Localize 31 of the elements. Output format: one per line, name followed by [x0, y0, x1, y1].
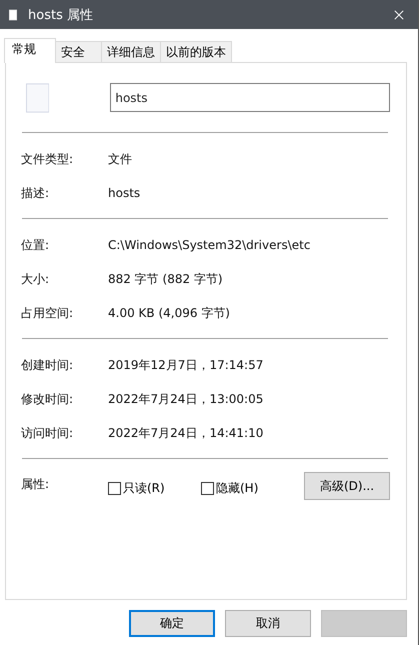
property-label: 访问时间:: [21, 424, 74, 442]
property-label: 创建时间:: [21, 356, 74, 374]
advanced-button[interactable]: 高级(D)...: [304, 472, 390, 500]
close-icon[interactable]: [394, 10, 404, 20]
property-value: C:\Windows\System32\drivers\etc: [108, 238, 310, 252]
property-value: 2022年7月24日，14:41:10: [108, 424, 264, 442]
tab[interactable]: 详细信息: [101, 41, 161, 62]
file-icon: [9, 8, 17, 20]
property-label: 修改时间:: [21, 390, 74, 408]
property-value: 882 字节 (882 字节): [108, 270, 223, 288]
property-label: 位置:: [21, 236, 50, 254]
property-value: hosts: [108, 186, 140, 200]
checkbox[interactable]: 隐藏(H): [201, 472, 294, 497]
tab[interactable]: 以前的版本: [160, 41, 232, 62]
property-label: 描述:: [21, 184, 50, 202]
property-value: 4.00 KB (4,096 字节): [108, 304, 230, 322]
file-icon: [26, 82, 50, 112]
dialog-button[interactable]: 确定: [129, 610, 215, 637]
tab[interactable]: 常规: [4, 38, 56, 63]
property-value: 文件: [108, 150, 132, 168]
checkbox[interactable]: 只读(R): [108, 472, 201, 497]
file-name-field[interactable]: hosts: [110, 83, 390, 112]
property-label: 大小:: [21, 270, 50, 288]
tab[interactable]: 安全: [55, 41, 102, 62]
dialog-button[interactable]: 取消: [225, 610, 311, 637]
property-label: 文件类型:: [21, 150, 74, 168]
property-value: 2019年12月7日，17:14:57: [108, 356, 264, 374]
window-title: hosts 属性: [28, 6, 94, 24]
attributes-label: 属性:: [21, 476, 50, 493]
property-label: 占用空间:: [21, 304, 74, 322]
property-value: 2022年7月24日，13:00:05: [108, 390, 264, 408]
